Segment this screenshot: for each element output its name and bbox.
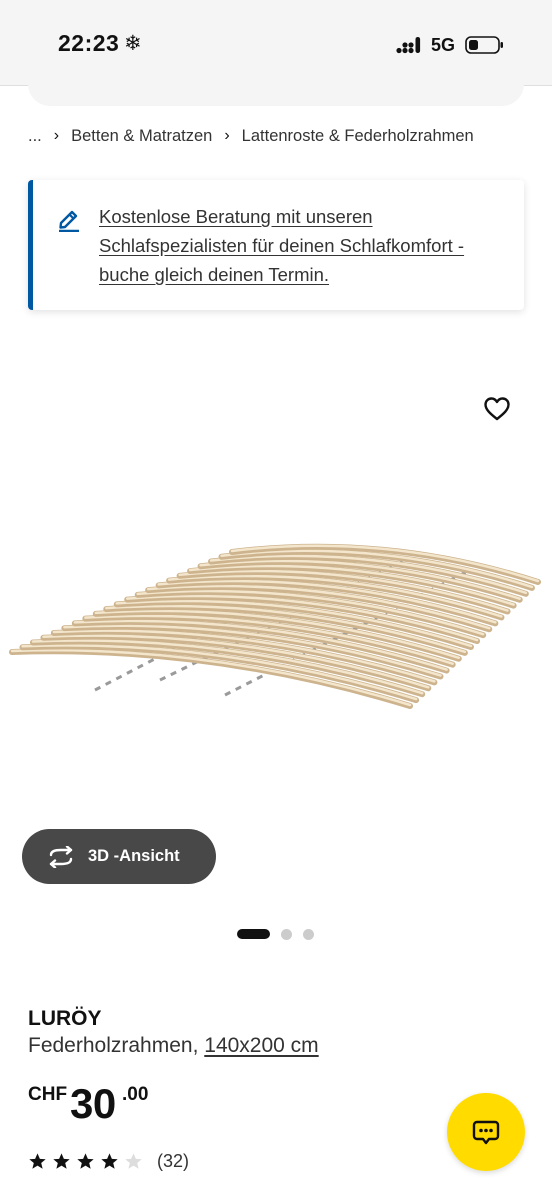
breadcrumb-item-lattenroste[interactable]: Lattenroste & Federholzrahmen [242,127,474,146]
battery-icon [465,36,503,54]
rating-count: (32) [157,1150,190,1171]
carousel-dot[interactable] [281,928,292,940]
3d-view-button[interactable]: 3D -Ansicht [22,829,216,884]
price-decimal: .00 [122,1084,149,1105]
star-icon [29,1152,46,1169]
carousel-indicator [237,928,314,940]
breadcrumb: ... › Betten & Matratzen › Lattenroste &… [28,124,474,148]
signal-icon [396,37,421,54]
chevron-right-icon: › [224,127,230,144]
product-image [9,543,541,709]
star-icon [53,1152,70,1169]
consultation-banner[interactable]: Kostenlose Beratung mit unseren Schlafsp… [28,180,524,310]
carousel-dot[interactable] [303,928,314,940]
rotate-icon [49,846,73,868]
product-type: Federholzrahmen, [28,1034,205,1057]
status-bar: 22:23 ❄ 5G [0,0,552,86]
3d-view-label: 3D -Ansicht [88,847,180,865]
pencil-icon [59,210,79,232]
snowflake-icon: ❄ [124,32,142,55]
carousel-dot-active[interactable] [237,929,270,939]
product-description: Federholzrahmen, 140x200 cm [28,1034,319,1058]
status-time: 22:23 [58,30,120,56]
consultation-link[interactable]: Kostenlose Beratung mit unseren Schlafsp… [99,202,509,289]
breadcrumb-ellipsis[interactable]: ... [28,127,42,146]
product-rating[interactable]: (32) [28,1150,189,1172]
star-empty-icon [125,1152,142,1169]
star-icon [101,1152,118,1169]
price-integer: 30 [70,1080,116,1127]
chat-button[interactable] [447,1093,525,1171]
product-name: LURÖY [28,1007,102,1030]
breadcrumb-item-betten[interactable]: Betten & Matratzen [71,127,212,146]
chevron-right-icon: › [53,127,60,144]
product-size-link[interactable]: 140x200 cm [204,1034,318,1057]
heart-icon[interactable] [482,394,512,424]
star-icon [77,1152,94,1169]
price-currency: CHF [28,1084,68,1105]
search-bar[interactable] [28,84,524,106]
chat-icon [472,1120,500,1145]
network-label: 5G [431,35,456,55]
